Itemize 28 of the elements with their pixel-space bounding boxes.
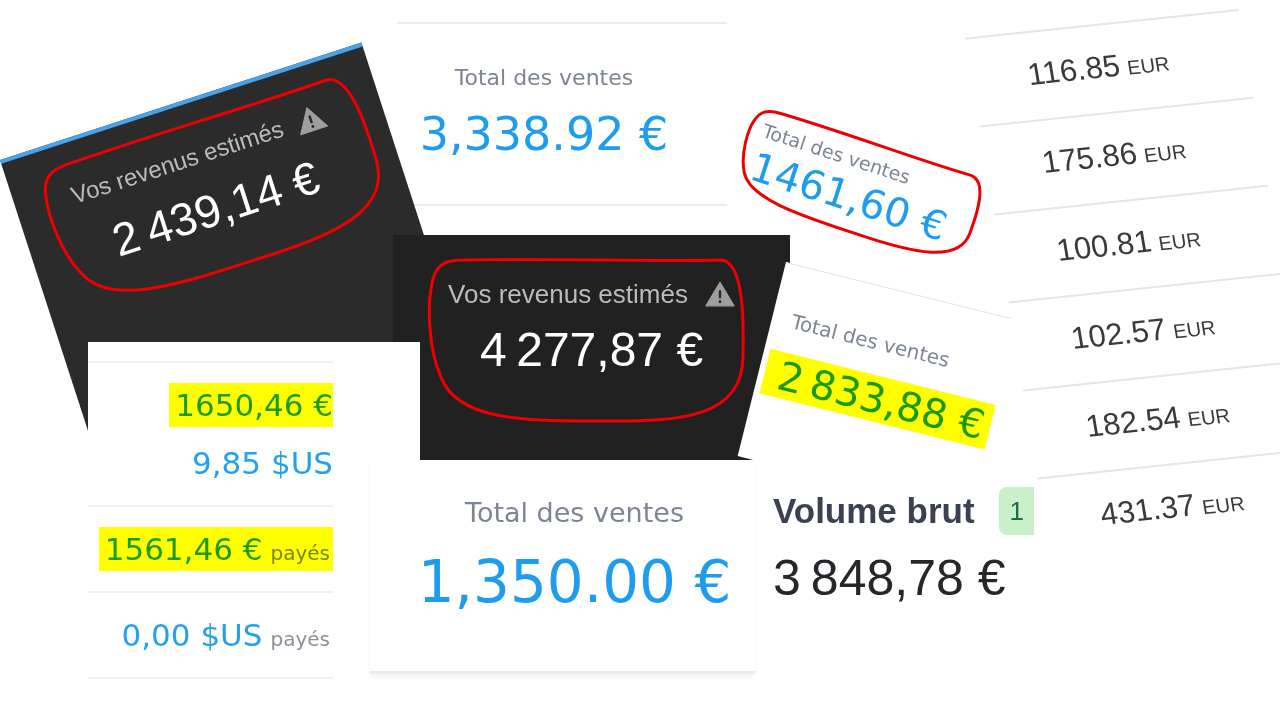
status-label: payés xyxy=(269,626,331,653)
currency-label: EUR xyxy=(1125,51,1172,80)
card-label: Volume brut xyxy=(773,491,975,531)
amount-value: 3,338.92 € xyxy=(419,107,669,161)
amount-value: 116.85 xyxy=(1024,47,1123,94)
card-label: Total des ventes xyxy=(465,497,684,529)
currency-label: EUR xyxy=(1156,227,1203,256)
currency-label: EUR xyxy=(1171,315,1218,344)
amount-value: 431.37 xyxy=(1097,487,1198,533)
currency-label: EUR xyxy=(1200,491,1247,520)
card-label: Total des ventes xyxy=(454,65,634,91)
card-label: Vos revenus estimés xyxy=(448,279,688,309)
amount-value: 102.57 xyxy=(1068,311,1169,357)
amount-value: 0,00 $US xyxy=(120,616,263,655)
amount-value: 4 277,87 € xyxy=(479,323,704,377)
amount-value: 175.86 xyxy=(1039,135,1140,182)
currency-label: EUR xyxy=(1142,139,1189,168)
amount-value: 9,85 $US xyxy=(191,444,333,483)
amount-value: 1650,46 € xyxy=(169,383,333,427)
status-label: payés xyxy=(262,527,333,571)
amount-value: 100.81 xyxy=(1054,223,1155,269)
warning-icon xyxy=(704,281,735,307)
amount-value: 1561,46 € xyxy=(98,527,263,571)
amount-value: 3 848,78 € xyxy=(773,550,1007,606)
badge: 1 xyxy=(998,487,1035,535)
currency-label: EUR xyxy=(1185,403,1232,432)
amount-value: 182.54 xyxy=(1083,399,1184,445)
amount-value: 1,350.00 € xyxy=(417,549,732,615)
